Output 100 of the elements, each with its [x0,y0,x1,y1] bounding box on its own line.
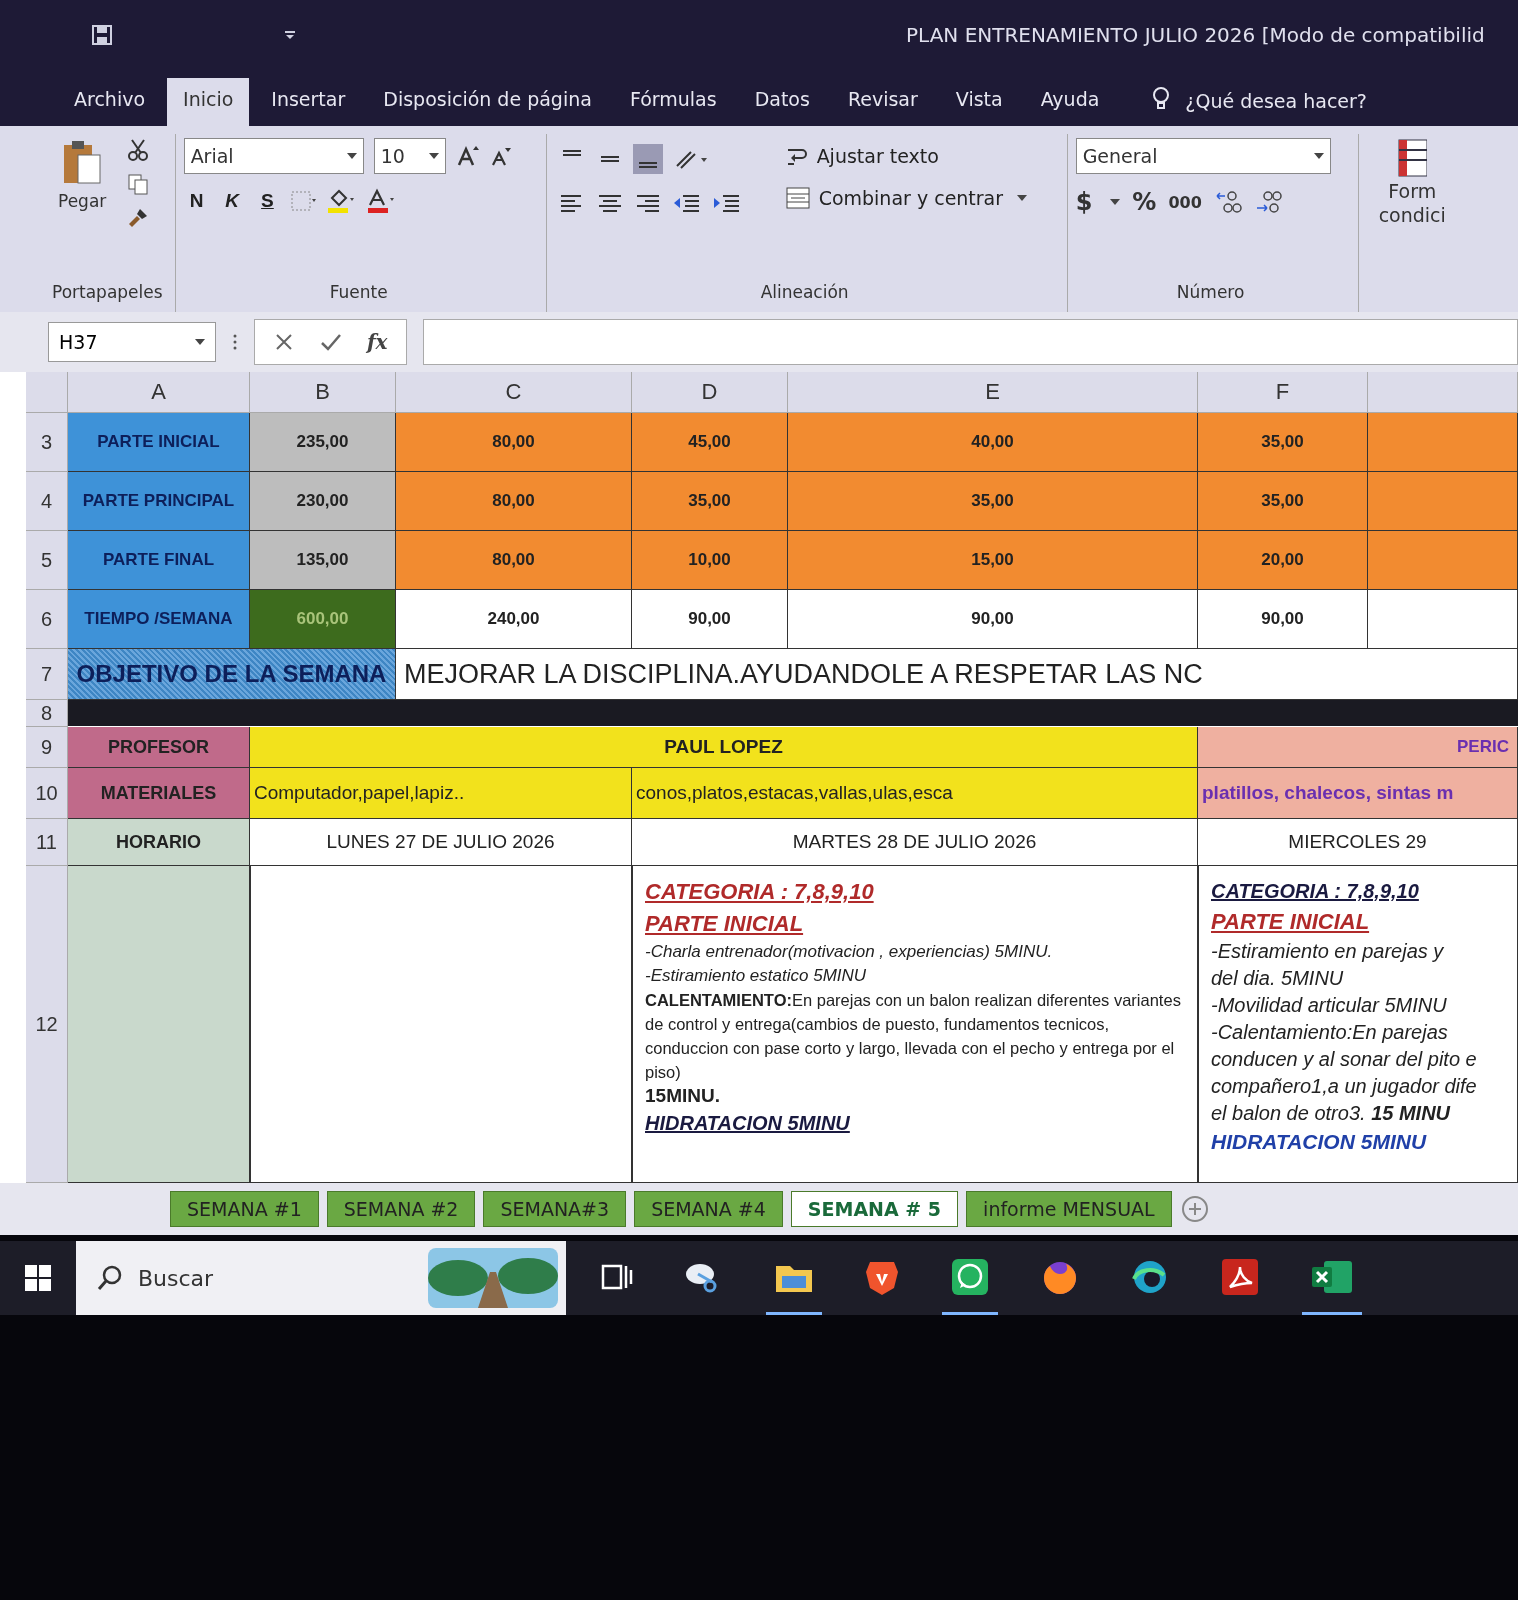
name-box[interactable]: H37 [48,322,216,362]
table-cell: 600,00 [250,590,396,649]
ribbon-tab[interactable]: Datos [738,78,826,126]
row-header[interactable]: 6 [26,590,68,649]
table-cell: MATERIALES [68,768,250,819]
table-cell: 45,00 [632,413,788,472]
row-header[interactable]: 5 [26,531,68,590]
table-cell: PROFESOR [68,727,250,768]
ribbon-tab[interactable]: Disposición de página [367,78,608,126]
table-cell: 240,00 [396,590,632,649]
group-label: Fuente [328,282,389,304]
increase-decimal-icon[interactable] [1213,189,1242,215]
plan-text: 15MINU. [645,1084,720,1108]
row-header[interactable]: 3 [26,413,68,472]
sheet-tab[interactable]: informe MENSUAL [966,1191,1172,1227]
vertical-align-icon[interactable] [632,144,663,174]
dropdown-caret-icon[interactable] [284,30,296,40]
row-header[interactable]: 10 [26,768,68,819]
row-header[interactable]: 9 [26,727,68,768]
table-cell: MARTES 28 DE JULIO 2026 [632,819,1198,866]
ribbon-tab[interactable]: Ayuda [1024,78,1116,126]
bold-button[interactable]: N [183,190,210,212]
table-cell: PAUL LOPEZ [250,727,1198,768]
shrink-font-icon[interactable] [489,145,512,167]
column-header[interactable]: B [250,372,396,413]
column-header[interactable]: E [788,372,1198,413]
row-header[interactable]: 7 [26,649,68,700]
sheet-tab[interactable]: SEMANA #4 [634,1191,783,1227]
group-label: Alineación [759,282,850,304]
font-color-icon[interactable] [365,188,396,214]
currency-button[interactable]: $ [1075,188,1093,216]
plan-text: conducen y al sonar del pito e [1211,1047,1477,1072]
table-cell: PARTE FINAL [68,531,250,590]
row-header[interactable]: 8 [26,700,68,727]
ribbon-tab[interactable]: Insertar [255,78,362,126]
column-header[interactable]: D [632,372,788,413]
row-header[interactable]: 11 [26,819,68,866]
table-cell: 35,00 [632,472,788,531]
table-cell: 80,00 [396,472,632,531]
sheet-tab[interactable]: SEMANA # 5 [790,1191,959,1227]
ribbon-tab[interactable]: Inicio [167,78,250,126]
windows-logo-icon[interactable] [24,1264,52,1292]
cut-icon[interactable] [126,138,151,162]
search-field[interactable]: Buscar [136,1264,416,1292]
paste-button[interactable]: Pegar [52,138,113,230]
row-header[interactable]: 4 [26,472,68,531]
table-cell: PARTE PRINCIPAL [68,472,250,531]
plan-text: el balon de otro3. 15 MINU [1211,1101,1451,1126]
ribbon-tab[interactable]: Revisar [831,78,934,126]
font-name-dropdown[interactable]: Arial [183,138,364,174]
table-cell: PARTE INICIAL [68,413,250,472]
column-header[interactable]: F [1198,372,1368,413]
more-dots-icon [232,333,238,351]
row-header[interactable]: 12 [26,866,68,1183]
ribbon-tab[interactable]: Vista [939,78,1019,126]
sheet-tab[interactable]: SEMANA#3 [483,1191,627,1227]
merge-cells-icon [784,186,811,210]
plan-text: CATEGORIA : 7,8,9,10 [1211,879,1419,904]
wrap-text-button[interactable]: Ajustar texto [784,144,1055,168]
column-header[interactable]: A [68,372,250,413]
add-sheet-icon[interactable] [1179,1194,1210,1224]
tell-me-field[interactable]: ¿Qué desea hacer? [1185,90,1367,126]
plan-text: CALENTAMIENTO:En parejas con un balon realizan diferentes variantes de control y entrega(cambios de puesto, fundamentos tecnicos, conduccion con pase corto y largo, llevada con el pecho y entrega por el piso) [645,990,1182,1083]
plan-text: -Estiramiento estatico 5MINU [645,965,867,987]
ribbon-tab[interactable]: Archivo [58,78,162,126]
column-header[interactable]: C [396,372,632,413]
number-format-dropdown[interactable]: General [1075,138,1331,174]
conditional-format-label[interactable]: condici [1378,204,1446,226]
fill-color-icon[interactable] [325,188,356,214]
table-cell: 80,00 [396,413,632,472]
sheet-tab[interactable]: SEMANA #1 [170,1191,319,1227]
table-cell: 10,00 [632,531,788,590]
italic-button[interactable]: K [219,190,246,212]
table-cell: 90,00 [1198,590,1368,649]
table-cell: 90,00 [788,590,1198,649]
ribbon-tab[interactable]: Fórmulas [613,78,733,126]
sheet-tab[interactable]: SEMANA #2 [326,1191,476,1227]
plan-text: PARTE INICIAL [1211,908,1370,936]
table-cell: 15,00 [788,531,1198,590]
insert-function-button[interactable]: fx [367,330,388,354]
save-icon[interactable] [90,23,114,47]
merge-center-button[interactable]: Combinar y centrar [784,186,1055,210]
plan-text: compañero1,a un jugador dife [1211,1074,1477,1099]
font-size-dropdown[interactable]: 10 [373,138,446,174]
table-cell: 80,00 [396,531,632,590]
table-cell: 230,00 [250,472,396,531]
plan-text: -Calentamiento:En parejas [1211,1020,1448,1045]
table-grid-icon[interactable] [1397,138,1428,178]
copy-icon[interactable] [126,172,151,196]
thousands-button[interactable]: 000 [1168,192,1202,212]
table-cell: 235,00 [250,413,396,472]
formula-input[interactable] [422,319,1518,365]
plan-text: -Estiramiento en parejas y [1211,939,1444,964]
underline-button[interactable]: S [255,190,280,212]
plan-text: del dia. 5MINU [1211,966,1344,991]
conditional-format-label[interactable]: Form [1388,180,1437,202]
plan-text: PARTE INICIAL [645,910,804,938]
objective-label: OBJETIVO DE LA SEMANA [68,649,396,700]
percent-button[interactable]: % [1132,188,1157,216]
grow-font-icon[interactable] [455,144,480,168]
